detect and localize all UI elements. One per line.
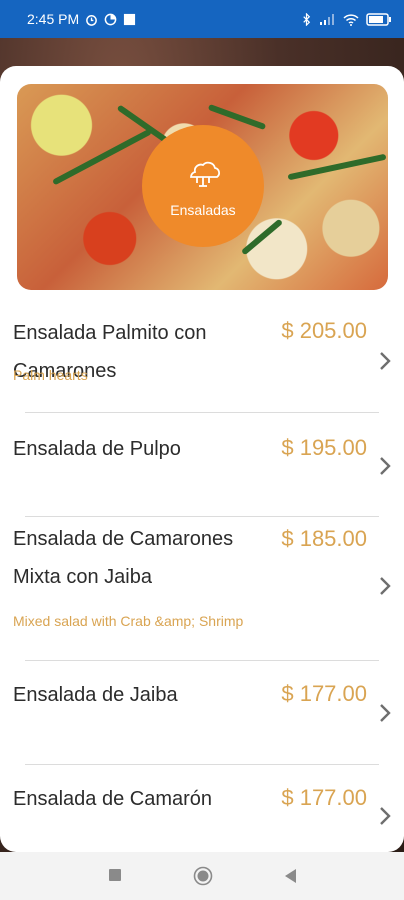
item-price: $ 195.00	[281, 435, 367, 460]
item-name: Ensalada de Jaiba	[13, 684, 178, 706]
item-name: Ensalada de Camarones Mixta con Jaiba	[13, 528, 234, 588]
divider	[25, 516, 379, 517]
item-name: Ensalada de Camarón	[13, 788, 213, 810]
status-bar: 2:45 PM	[0, 0, 404, 38]
item-price: $ 177.00	[281, 681, 367, 706]
item-price: $ 177.00	[281, 785, 367, 810]
divider	[25, 412, 379, 413]
item-price: $ 205.00	[281, 318, 367, 343]
menu-item[interactable]: Ensalada de Jaiba $ 177.00	[0, 676, 404, 762]
item-description: Mixed salad with Crab &amp; Shrimp	[13, 613, 244, 629]
alarm-icon	[86, 14, 98, 26]
battery-icon	[366, 12, 391, 26]
salad-bowl-icon	[190, 161, 220, 187]
item-price: $ 185.00	[281, 526, 367, 551]
item-name: Ensalada de Pulpo	[13, 438, 181, 460]
menu-item[interactable]: Ensalada de Camarón $ 177.00	[0, 780, 404, 852]
menu-item[interactable]: Ensalada Palmito con Camarones $ 205.00 …	[0, 314, 404, 424]
chevron-right-icon[interactable]	[378, 351, 392, 371]
menu-item[interactable]: Ensalada de Pulpo $ 195.00	[0, 430, 404, 516]
divider	[25, 764, 379, 765]
chevron-right-icon[interactable]	[378, 703, 392, 723]
notification-square-icon	[124, 13, 136, 25]
back-button-icon[interactable]	[283, 868, 297, 884]
divider	[25, 660, 379, 661]
recents-button-icon[interactable]	[108, 868, 122, 882]
chevron-right-icon[interactable]	[378, 806, 392, 826]
signal-icon	[320, 14, 334, 25]
status-time: 2:45 PM	[27, 11, 80, 27]
category-badge[interactable]: Ensaladas	[142, 125, 264, 247]
system-nav-bar	[0, 852, 404, 900]
chevron-right-icon[interactable]	[378, 456, 392, 476]
bluetooth-icon	[303, 12, 311, 26]
data-saver-icon	[104, 13, 117, 25]
chevron-right-icon[interactable]	[378, 576, 392, 596]
home-button-icon[interactable]	[193, 866, 213, 886]
menu-card: Ensaladas Ensalada Palmito con Camarones…	[0, 66, 404, 852]
menu-item[interactable]: Ensalada de Camarones Mixta con Jaiba $ …	[0, 520, 404, 660]
category-label: Ensaladas	[170, 202, 236, 218]
category-hero-image: Ensaladas	[17, 84, 388, 290]
wifi-icon	[343, 13, 359, 26]
item-description: Palm hearts	[13, 367, 88, 383]
